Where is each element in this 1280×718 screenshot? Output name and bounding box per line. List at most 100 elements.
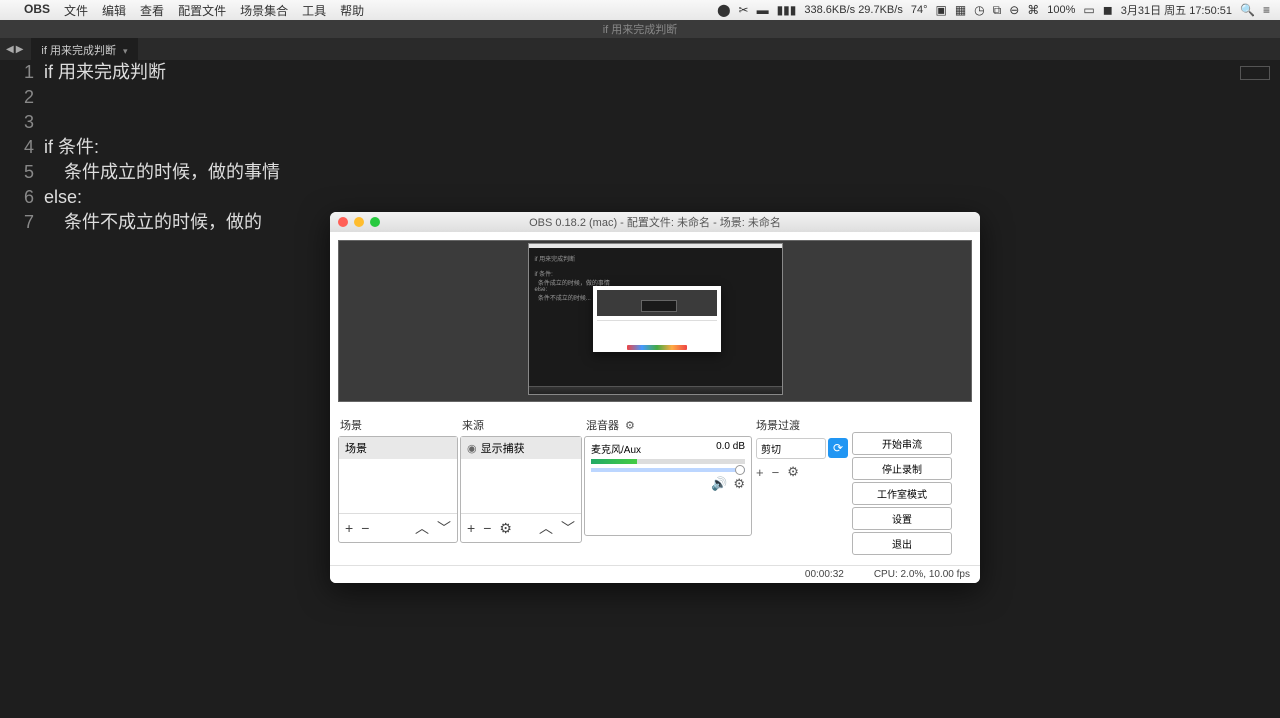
menubar-left: OBS 文件 编辑 查看 配置文件 场景集合 工具 帮助 — [10, 2, 364, 19]
notifications-icon[interactable]: ≡ — [1263, 3, 1270, 17]
move-down-icon[interactable]: ﹀ — [437, 518, 451, 538]
bars-icon[interactable]: ▮▮▮ — [777, 3, 797, 17]
minimize-icon[interactable] — [354, 217, 364, 227]
lineno: 4 — [0, 135, 44, 160]
lineno: 5 — [0, 160, 44, 185]
channel-name: 麦克风/Aux — [591, 441, 641, 456]
obs-window: OBS 0.18.2 (mac) - 配置文件: 未命名 - 场景: 未命名 i… — [330, 212, 980, 583]
exit-button[interactable]: 退出 — [852, 532, 952, 555]
temp: 74° — [911, 4, 928, 16]
remove-button[interactable]: − — [361, 520, 369, 536]
volume-slider[interactable] — [591, 468, 745, 472]
search-icon[interactable]: 🔍 — [1240, 3, 1255, 17]
net-speed: 338.6KB/s 29.7KB/s — [804, 4, 902, 16]
record-time: 00:00:32 — [805, 569, 844, 580]
editor-tab[interactable]: if 用来完成判断 ▾ — [31, 38, 137, 62]
disk-icon[interactable]: ▬ — [757, 3, 769, 17]
minimap[interactable] — [1240, 66, 1270, 80]
scene-item[interactable]: 场景 — [339, 437, 457, 459]
tray-icon3[interactable]: ◷ — [974, 3, 984, 17]
transition-config-button[interactable]: ⟳ — [828, 438, 848, 458]
nav-back-icon[interactable]: ◀ — [6, 44, 14, 55]
start-stream-button[interactable]: 开始串流 — [852, 432, 952, 455]
macos-menubar: OBS 文件 编辑 查看 配置文件 场景集合 工具 帮助 ⬤ ✂ ▬ ▮▮▮ 3… — [0, 0, 1280, 20]
add-button[interactable]: + — [345, 520, 353, 536]
scenes-panel: 场景 场景 + − ︿ ﹀ — [338, 414, 458, 557]
tray-icon4[interactable]: ⧉ — [993, 3, 1002, 18]
lineno: 6 — [0, 185, 44, 210]
wifi-icon[interactable]: ⊖ — [1009, 3, 1019, 17]
battery-icon[interactable]: ▭ — [1083, 3, 1094, 17]
bluetooth-icon[interactable]: ⌘ — [1027, 3, 1039, 17]
obs-titlebar[interactable]: OBS 0.18.2 (mac) - 配置文件: 未命名 - 场景: 未命名 — [330, 212, 980, 232]
controls-panel: 开始串流 停止录制 工作室模式 设置 退出 — [852, 414, 952, 557]
battery: 100% — [1047, 4, 1075, 16]
menu-profile[interactable]: 配置文件 — [178, 2, 226, 19]
obs-control-area: 场景 场景 + − ︿ ﹀ 来源 ◉ 显示捕获 — [330, 410, 980, 565]
editor-title-text: if 用来完成判断 — [603, 21, 678, 37]
add-button[interactable]: + — [467, 520, 475, 536]
close-icon[interactable] — [338, 217, 348, 227]
menu-view[interactable]: 查看 — [140, 2, 164, 19]
studio-mode-button[interactable]: 工作室模式 — [852, 482, 952, 505]
obs-statusbar: 00:00:32 CPU: 2.0%, 10.00 fps — [330, 565, 980, 583]
move-up-icon[interactable]: ︿ — [539, 518, 553, 538]
menu-file[interactable]: 文件 — [64, 2, 88, 19]
source-item[interactable]: ◉ 显示捕获 — [461, 437, 581, 459]
speaker-icon[interactable]: 🔊 — [711, 476, 727, 492]
tray-icon[interactable]: ▣ — [935, 3, 946, 17]
mixer-panel: 混音器⚙ 麦克风/Aux 0.0 dB 🔊 ⚙ — [584, 414, 752, 557]
lineno: 2 — [0, 85, 44, 110]
sources-list[interactable]: ◉ 显示捕获 — [461, 437, 581, 513]
code-line: 条件不成立的时候，做的 — [44, 210, 262, 235]
transition-select[interactable]: 剪切 — [756, 438, 826, 459]
datetime: 3月31日 周五 17:50:51 — [1121, 2, 1232, 18]
gear-icon[interactable]: ⚙ — [733, 476, 745, 492]
move-up-icon[interactable]: ︿ — [415, 518, 429, 538]
move-down-icon[interactable]: ﹀ — [561, 518, 575, 538]
remove-button[interactable]: − — [483, 520, 491, 536]
code-line: if 用来完成判断 — [44, 60, 166, 85]
app-name[interactable]: OBS — [24, 2, 50, 19]
lineno: 1 — [0, 60, 44, 85]
scissors-icon[interactable]: ✂ — [739, 3, 749, 17]
lang-icon[interactable]: ◼ — [1103, 3, 1113, 17]
obs-window-title: OBS 0.18.2 (mac) - 配置文件: 未命名 - 场景: 未命名 — [330, 214, 980, 230]
nav-arrows: ◀ ▶ — [6, 44, 23, 55]
audio-meter — [591, 459, 745, 464]
menu-help[interactable]: 帮助 — [340, 2, 364, 19]
nav-fwd-icon[interactable]: ▶ — [16, 44, 24, 55]
code-line: if 条件: — [44, 135, 99, 160]
editor-window-title: if 用来完成判断 — [0, 20, 1280, 38]
remove-button[interactable]: − — [772, 465, 780, 480]
transitions-panel: 场景过渡 剪切 ⟳ + − ⚙ — [754, 414, 850, 557]
gear-icon[interactable]: ⚙ — [625, 419, 635, 432]
zoom-icon[interactable] — [370, 217, 380, 227]
tray-icon2[interactable]: ▦ — [955, 3, 966, 17]
obs-preview[interactable]: if 用来完成判断if 条件: 条件成立的时候，做的事情else: 条件不成立的… — [338, 240, 972, 402]
scenes-list[interactable]: 场景 — [339, 437, 457, 513]
lineno: 7 — [0, 210, 44, 235]
sources-panel: 来源 ◉ 显示捕获 + − ⚙ ︿ ﹀ — [460, 414, 582, 557]
menubar-right: ⬤ ✂ ▬ ▮▮▮ 338.6KB/s 29.7KB/s 74° ▣ ▦ ◷ ⧉… — [717, 2, 1270, 18]
chevron-down-icon[interactable]: ▾ — [123, 46, 128, 57]
menu-tools[interactable]: 工具 — [302, 2, 326, 19]
add-button[interactable]: + — [756, 465, 764, 480]
eye-icon[interactable]: ◉ — [467, 443, 477, 455]
status-icon[interactable]: ⬤ — [717, 3, 730, 17]
transitions-header: 场景过渡 — [754, 414, 850, 436]
code-line: else: — [44, 185, 82, 210]
cpu-fps: CPU: 2.0%, 10.00 fps — [874, 569, 970, 580]
gear-icon[interactable]: ⚙ — [787, 464, 799, 480]
window-controls — [338, 217, 380, 227]
settings-button[interactable]: 设置 — [852, 507, 952, 530]
menu-scene[interactable]: 场景集合 — [240, 2, 288, 19]
source-label: 显示捕获 — [481, 443, 525, 455]
mixer-channel: 麦克风/Aux 0.0 dB 🔊 ⚙ — [585, 437, 751, 496]
menu-edit[interactable]: 编辑 — [102, 2, 126, 19]
sources-header: 来源 — [460, 414, 582, 436]
stop-record-button[interactable]: 停止录制 — [852, 457, 952, 480]
code-line: 条件成立的时候，做的事情 — [44, 160, 280, 185]
scenes-header: 场景 — [338, 414, 458, 436]
gear-icon[interactable]: ⚙ — [499, 520, 512, 537]
